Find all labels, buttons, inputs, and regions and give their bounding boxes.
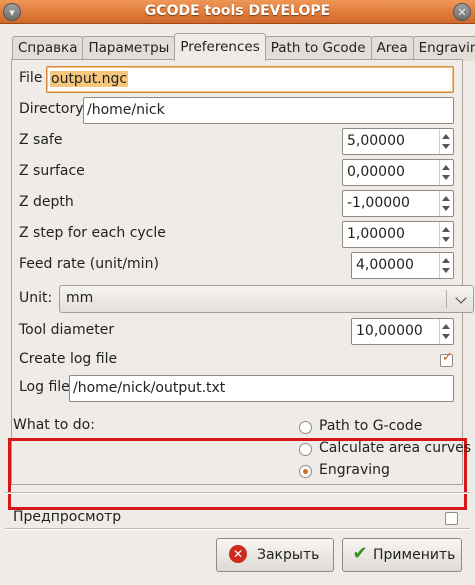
- unit-value: mm: [66, 290, 94, 306]
- create-log-checkbox[interactable]: ✓: [440, 350, 453, 367]
- z-step-row: Z step for each cycle 1,00000: [19, 221, 461, 249]
- unit-select[interactable]: mm: [59, 285, 474, 313]
- tool-diameter-stepper[interactable]: [439, 319, 453, 344]
- radio-engraving[interactable]: [299, 465, 312, 478]
- z-surface-label: Z surface: [19, 163, 85, 179]
- divider: [5, 528, 470, 530]
- feed-rate-value: 4,00000: [356, 257, 414, 273]
- log-file-row: Log file /home/nick/output.txt: [19, 375, 461, 403]
- directory-row: Directory /home/nick: [19, 97, 461, 125]
- z-safe-spinner[interactable]: 5,00000: [342, 128, 454, 155]
- radio-selected-dot: [303, 469, 308, 474]
- z-surface-value: 0,00000: [347, 164, 405, 180]
- close-window-icon[interactable]: ✕: [453, 3, 471, 21]
- tab-help[interactable]: Справка: [12, 36, 84, 61]
- z-surface-spinner[interactable]: 0,00000: [342, 159, 454, 186]
- tab-path-to-gcode[interactable]: Path to Gcode: [264, 36, 372, 61]
- tab-bar: Справка Параметры Preferences Path to Gc…: [12, 33, 475, 61]
- feed-rate-spinner[interactable]: 4,00000: [351, 252, 454, 279]
- z-depth-spinner[interactable]: -1,00000: [342, 190, 454, 217]
- tab-area[interactable]: Area: [370, 36, 414, 61]
- file-input[interactable]: output.ngc: [46, 66, 454, 93]
- tab-preferences[interactable]: Preferences: [174, 33, 266, 61]
- z-step-spinner[interactable]: 1,00000: [342, 221, 454, 248]
- z-depth-stepper[interactable]: [439, 191, 453, 216]
- z-safe-stepper[interactable]: [439, 129, 453, 154]
- z-surface-row: Z surface 0,00000: [19, 159, 461, 187]
- tool-diameter-label: Tool diameter: [19, 322, 115, 338]
- radio-engraving-label[interactable]: Engraving: [319, 462, 390, 478]
- directory-label: Directory: [19, 101, 84, 117]
- preview-label: Предпросмотр: [13, 509, 122, 525]
- window-title: GCODE tools DEVELOPE: [144, 3, 331, 19]
- tool-diameter-spinner[interactable]: 10,00000: [351, 318, 454, 345]
- log-file-label: Log file: [19, 379, 70, 395]
- checkmark-icon: ✔: [352, 543, 368, 564]
- z-depth-label: Z depth: [19, 194, 74, 210]
- feed-rate-row: Feed rate (unit/min) 4,00000: [19, 252, 461, 280]
- tool-diameter-row: Tool diameter 10,00000: [19, 318, 461, 346]
- unit-label: Unit:: [19, 290, 53, 306]
- directory-input[interactable]: /home/nick: [83, 97, 454, 124]
- close-icon: ✕: [229, 545, 247, 563]
- feed-rate-label: Feed rate (unit/min): [19, 256, 159, 272]
- preview-checkbox[interactable]: [445, 512, 458, 525]
- z-step-stepper[interactable]: [439, 222, 453, 247]
- divider: [5, 492, 470, 494]
- z-step-label: Z step for each cycle: [19, 225, 166, 241]
- close-button-label: Закрыть: [257, 547, 320, 563]
- feed-rate-stepper[interactable]: [439, 253, 453, 278]
- log-file-input[interactable]: /home/nick/output.txt: [69, 375, 454, 402]
- check-icon: ✓: [442, 350, 453, 365]
- z-surface-stepper[interactable]: [439, 160, 453, 185]
- file-row: File output.ngc: [19, 66, 461, 94]
- dialog-body: Справка Параметры Preferences Path to Gc…: [0, 24, 475, 585]
- close-button[interactable]: ✕ Закрыть: [216, 538, 334, 572]
- file-input-value: output.ngc: [50, 71, 129, 87]
- z-depth-value: -1,00000: [347, 195, 410, 211]
- apply-button[interactable]: ✔ Применить: [342, 538, 462, 572]
- create-log-row: Create log file ✓: [19, 347, 461, 375]
- z-safe-row: Z safe 5,00000: [19, 128, 461, 156]
- radio-path-to-gcode[interactable]: [299, 421, 312, 434]
- z-step-value: 1,00000: [347, 226, 405, 242]
- what-to-do-label: What to do:: [13, 417, 95, 433]
- apply-button-label: Применить: [373, 547, 456, 563]
- tool-diameter-value: 10,00000: [356, 323, 423, 339]
- tab-engraving[interactable]: Engraving: [412, 36, 475, 61]
- tab-parameters[interactable]: Параметры: [82, 36, 176, 61]
- window-titlebar: ▾ GCODE tools DEVELOPE ✕: [0, 0, 475, 24]
- z-safe-label: Z safe: [19, 132, 63, 148]
- radio-path-to-gcode-label[interactable]: Path to G-code: [319, 418, 422, 434]
- chevron-down-icon: [455, 292, 467, 304]
- z-safe-value: 5,00000: [347, 133, 405, 149]
- unit-row: Unit: mm: [19, 285, 474, 313]
- radio-calculate-area-curves[interactable]: [299, 443, 312, 456]
- create-log-label: Create log file: [19, 351, 118, 367]
- radio-calculate-area-curves-label[interactable]: Calculate area curves: [319, 440, 471, 456]
- file-label: File: [19, 70, 43, 86]
- z-depth-row: Z depth -1,00000: [19, 190, 461, 218]
